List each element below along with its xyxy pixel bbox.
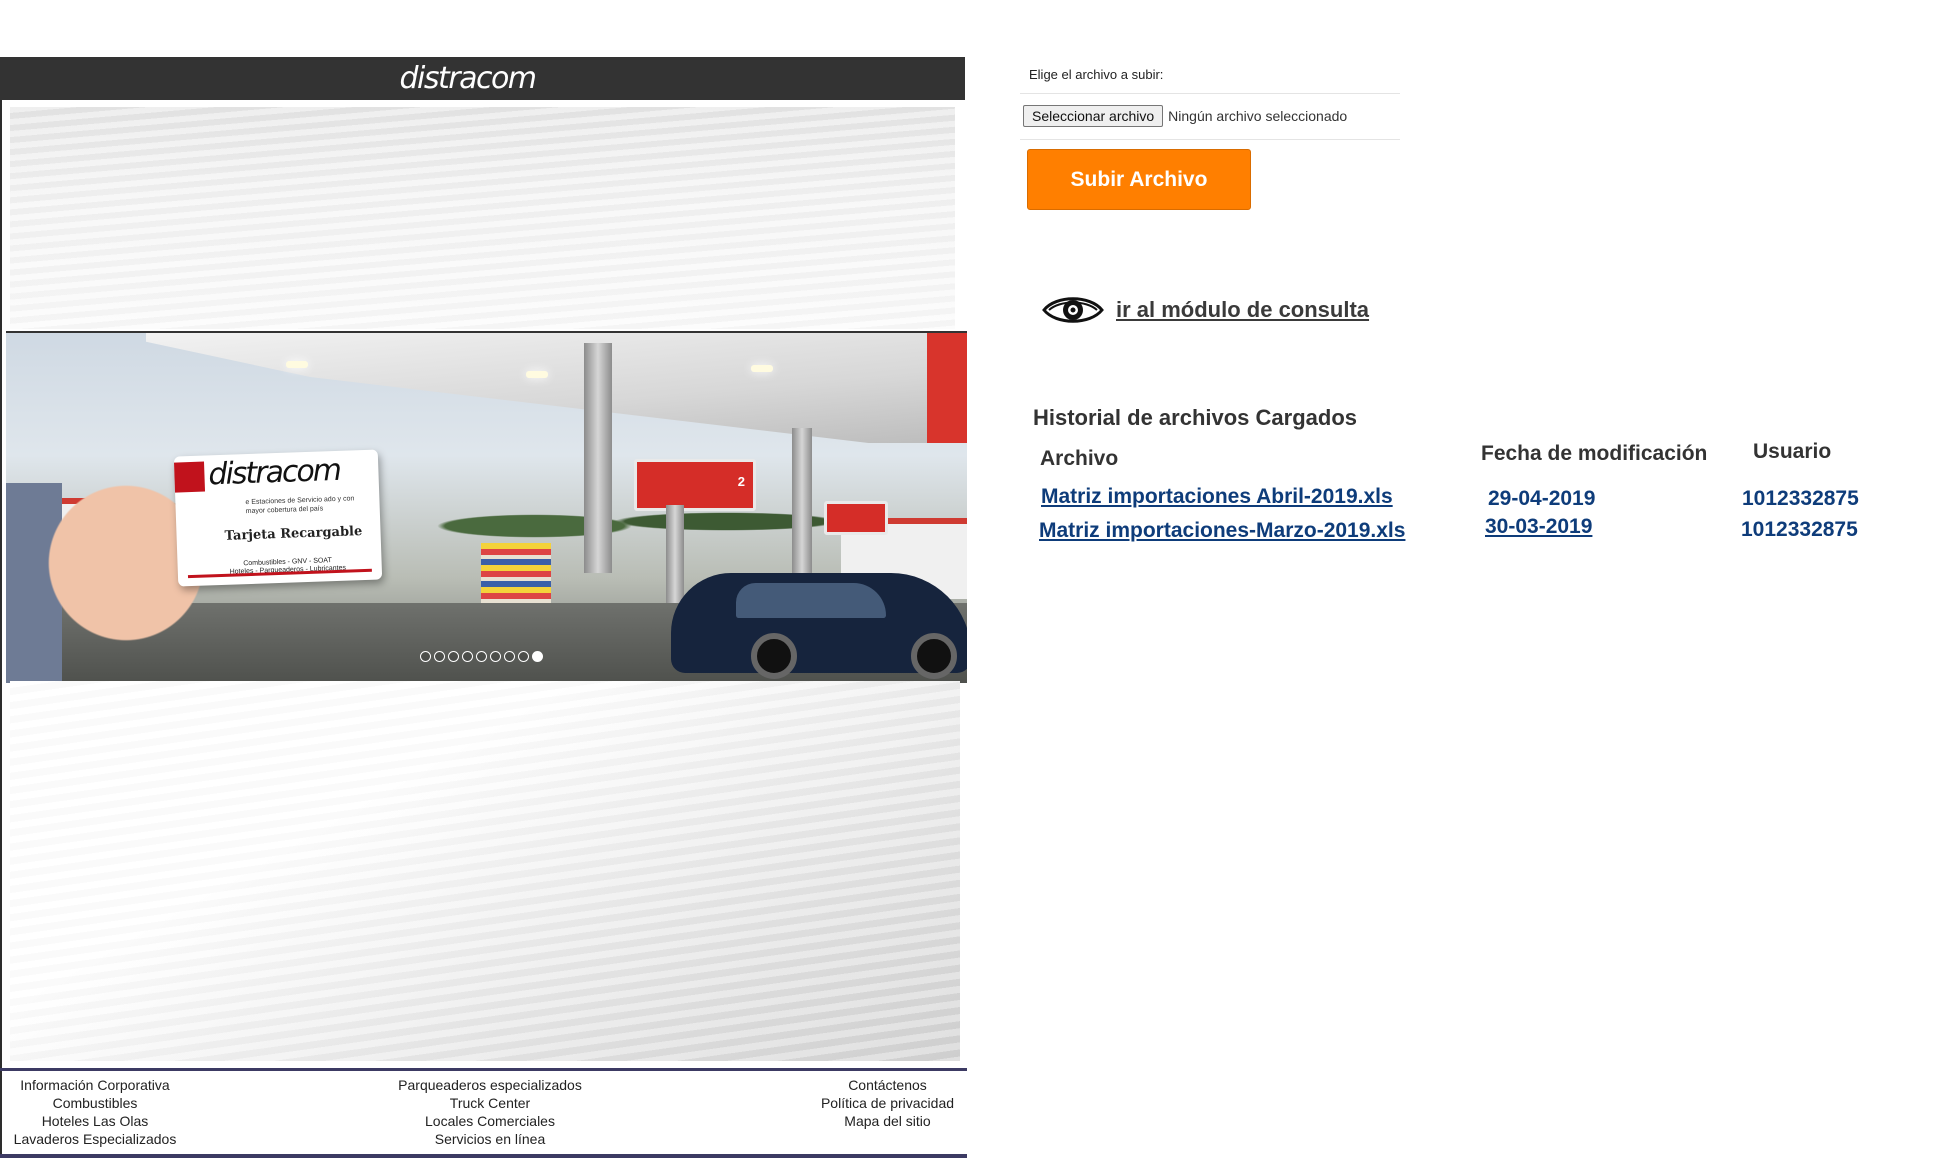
canopy-light	[286, 361, 308, 368]
upload-label: Elige el archivo a subir:	[1029, 67, 1164, 82]
divider	[1020, 139, 1400, 140]
card-red-mark	[174, 461, 206, 493]
slider-dot[interactable]	[532, 651, 543, 662]
site-preview-panel: distracom 2 distracom e Estaciones de Se…	[0, 57, 968, 1162]
footer-link[interactable]: Combustibles	[53, 1094, 138, 1112]
upload-submit-button[interactable]: Subir Archivo	[1027, 149, 1251, 210]
slider-dot[interactable]	[448, 651, 459, 662]
site-footer: Información Corporativa Combustibles Hotel…	[0, 1076, 965, 1152]
card-logo: distracom	[207, 452, 341, 493]
card-title: Tarjeta Recargable	[224, 524, 363, 544]
eye-icon[interactable]	[1042, 292, 1104, 328]
top-banner-background	[10, 107, 955, 329]
slider-dot[interactable]	[490, 651, 501, 662]
history-date-link[interactable]: 30-03-2019	[1485, 515, 1592, 539]
slider-dot[interactable]	[476, 651, 487, 662]
footer-link[interactable]: Servicios en línea	[435, 1130, 546, 1148]
car-wheel	[751, 633, 797, 679]
site-header: distracom	[0, 57, 965, 100]
history-user: 1012332875	[1741, 518, 1858, 541]
panel-border	[0, 57, 2, 1157]
footer-link[interactable]: Lavaderos Especializados	[14, 1130, 177, 1148]
footer-link[interactable]: Hoteles Las Olas	[42, 1112, 149, 1130]
choose-file-button[interactable]: Seleccionar archivo	[1023, 105, 1164, 127]
canopy-pillar	[792, 428, 812, 578]
slider-car-window	[736, 583, 886, 618]
footer-column: Parqueaderos especializados Truck Center L…	[390, 1076, 590, 1148]
query-module-link[interactable]: ir al módulo de consulta	[1116, 297, 1369, 323]
bottom-banner-background	[10, 681, 960, 1061]
promo-card: distracom e Estaciones de Servicio ado y…	[173, 449, 383, 587]
site-logo[interactable]: distracom	[399, 61, 537, 96]
history-user: 1012332875	[1742, 487, 1859, 510]
footer-link[interactable]: Política de privacidad	[821, 1094, 954, 1112]
slider-dot[interactable]	[434, 651, 445, 662]
footer-link[interactable]: Contáctenos	[848, 1076, 927, 1094]
footer-column: Información Corporativa Combustibles Hotel…	[8, 1076, 182, 1148]
history-date: 29-04-2019	[1488, 487, 1596, 510]
slider-dot[interactable]	[518, 651, 529, 662]
footer-link[interactable]: Mapa del sitio	[844, 1112, 930, 1130]
footer-link[interactable]: Truck Center	[450, 1094, 530, 1112]
history-file-link[interactable]: Matriz importaciones-Marzo-2019.xls	[1039, 519, 1405, 543]
slider-pagination	[420, 651, 543, 662]
column-header-date: Fecha de modificación	[1481, 442, 1708, 465]
canopy-light	[751, 365, 773, 372]
footer-divider	[0, 1068, 967, 1071]
station-canopy	[146, 333, 967, 443]
column-header-user: Usuario	[1753, 440, 1832, 463]
canopy-pillar	[584, 343, 612, 573]
pump-number: 2	[737, 474, 745, 489]
footer-link[interactable]: Locales Comerciales	[425, 1112, 555, 1130]
card-fine-print: e Estaciones de Servicio ado y con mayor…	[245, 495, 355, 516]
slider-dot[interactable]	[420, 651, 431, 662]
column-header-file: Archivo	[1040, 447, 1119, 470]
hero-slider[interactable]: 2 distracom e Estaciones de Servicio ado…	[6, 331, 967, 683]
slider-dot[interactable]	[504, 651, 515, 662]
footer-link[interactable]: Parqueaderos especializados	[398, 1076, 582, 1094]
pump-sign: 2	[634, 459, 756, 511]
file-picker: Seleccionar archivo Ningún archivo selec…	[1023, 105, 1347, 127]
pump-sign	[824, 501, 888, 535]
query-module-link-group: ir al módulo de consulta	[1042, 292, 1369, 328]
canopy-light	[526, 371, 548, 378]
file-status-text: Ningún archivo seleccionado	[1168, 108, 1348, 124]
footer-bottom-divider	[0, 1154, 967, 1158]
slider-dot[interactable]	[462, 651, 473, 662]
history-title: Historial de archivos Cargados	[1033, 405, 1357, 430]
car-wheel	[911, 633, 957, 679]
footer-column: Contáctenos Política de privacidad Mapa de…	[810, 1076, 965, 1130]
footer-link[interactable]: Información Corporativa	[20, 1076, 169, 1094]
divider	[1020, 93, 1400, 94]
history-file-link[interactable]: Matriz importaciones Abril-2019.xls	[1041, 485, 1393, 509]
